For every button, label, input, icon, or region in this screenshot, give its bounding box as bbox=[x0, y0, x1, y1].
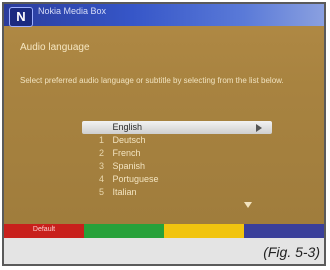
item-number: 4 bbox=[98, 174, 104, 184]
item-label: Portuguese bbox=[112, 174, 159, 184]
language-item-french[interactable]: 2 French bbox=[82, 147, 272, 160]
color-key-bar: Default bbox=[4, 224, 324, 238]
item-number: 1 bbox=[98, 135, 104, 145]
language-item-english[interactable]: English bbox=[82, 121, 272, 134]
app-title: Nokia Media Box bbox=[38, 6, 107, 16]
item-number: 5 bbox=[98, 187, 104, 197]
arrow-right-icon bbox=[256, 124, 262, 132]
language-item-italian[interactable]: 5 Italian bbox=[82, 186, 272, 199]
item-number: 2 bbox=[98, 148, 104, 158]
scroll-down-arrow-icon[interactable] bbox=[244, 202, 252, 208]
yellow-key-button[interactable] bbox=[164, 224, 244, 238]
red-key-label: Default bbox=[32, 226, 56, 233]
menu-description: Select preferred audio language or subti… bbox=[20, 76, 284, 85]
figure-caption: (Fig. 5-3) bbox=[263, 244, 320, 260]
item-label: French bbox=[112, 148, 141, 158]
item-number: 3 bbox=[98, 161, 104, 171]
red-key-button[interactable]: Default bbox=[4, 224, 84, 238]
item-label: Spanish bbox=[112, 161, 146, 171]
app-logo-icon: N bbox=[9, 7, 33, 27]
menu-heading: Audio language bbox=[20, 42, 90, 53]
item-label: Deutsch bbox=[112, 135, 146, 145]
green-key-button[interactable] bbox=[84, 224, 164, 238]
title-bar: N Nokia Media Box bbox=[4, 4, 324, 27]
tv-screen-frame: N Nokia Media Box Audio language Select … bbox=[2, 2, 326, 266]
blue-key-button[interactable] bbox=[244, 224, 324, 238]
item-label: English bbox=[112, 122, 143, 132]
language-item-deutsch[interactable]: 1 Deutsch bbox=[82, 134, 272, 147]
tv-screen: N Nokia Media Box Audio language Select … bbox=[4, 4, 324, 238]
item-label: Italian bbox=[112, 187, 137, 197]
language-item-spanish[interactable]: 3 Spanish bbox=[82, 160, 272, 173]
language-item-portuguese[interactable]: 4 Portuguese bbox=[82, 173, 272, 186]
